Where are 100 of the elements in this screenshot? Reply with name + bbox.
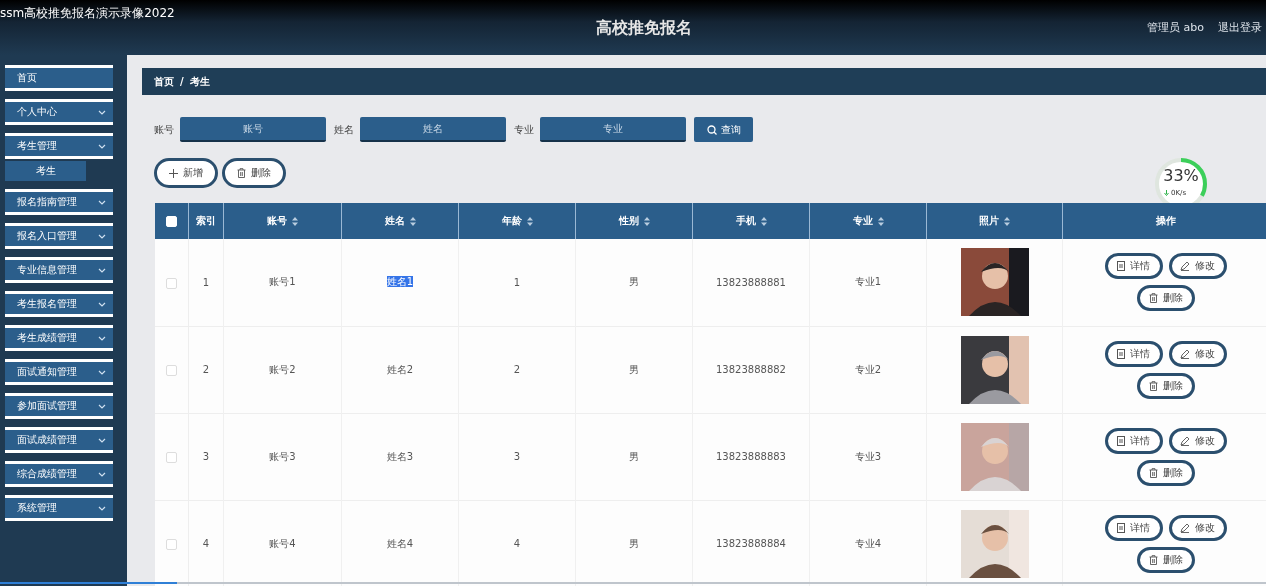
row-checkbox[interactable] bbox=[166, 365, 177, 376]
edit-button[interactable]: 修改 bbox=[1168, 340, 1227, 367]
search-button[interactable]: 查询 bbox=[694, 117, 753, 142]
table-cell: 专业4 bbox=[854, 537, 882, 549]
column-header[interactable]: 手机 bbox=[692, 203, 810, 239]
menu-item[interactable]: 报名指南管理 bbox=[5, 189, 113, 215]
sort-icon bbox=[292, 216, 298, 226]
document-icon bbox=[1117, 261, 1125, 272]
chevron-down-icon bbox=[98, 143, 106, 149]
down-arrow-icon bbox=[1164, 190, 1169, 196]
column-header[interactable]: 年龄 bbox=[458, 203, 576, 239]
table-cell: 男 bbox=[629, 363, 639, 375]
pencil-icon bbox=[1180, 261, 1190, 272]
submenu-item[interactable]: 考生 bbox=[5, 161, 86, 181]
table-cell: 3 bbox=[513, 451, 521, 462]
breadcrumb-item[interactable]: 首页 bbox=[154, 74, 174, 89]
chevron-down-icon bbox=[98, 233, 106, 239]
table-cell: 姓名1 bbox=[386, 276, 414, 288]
delete-button[interactable]: 删除 bbox=[1136, 546, 1195, 573]
menu-item[interactable]: 考生成绩管理 bbox=[5, 325, 113, 351]
table-cell: 姓名3 bbox=[386, 450, 414, 462]
input-field[interactable]: 姓名 bbox=[360, 117, 506, 142]
menu-item[interactable]: 综合成绩管理 bbox=[5, 461, 113, 487]
menu-item[interactable]: 个人中心 bbox=[5, 99, 113, 125]
breadcrumb-item: 考生 bbox=[189, 74, 210, 89]
chevron-down-icon bbox=[98, 199, 106, 205]
table-cell: 账号1 bbox=[269, 276, 296, 288]
details-button[interactable]: 详情 bbox=[1104, 427, 1163, 454]
table-cell: 13823888881 bbox=[716, 276, 786, 288]
column-header[interactable]: 账号 bbox=[223, 203, 342, 239]
menu-item[interactable]: 系统管理 bbox=[5, 495, 113, 521]
input-field[interactable]: 专业 bbox=[540, 117, 686, 142]
row-checkbox[interactable] bbox=[166, 539, 177, 550]
chevron-down-icon bbox=[98, 471, 106, 477]
column-header[interactable]: 性别 bbox=[575, 203, 693, 239]
field-label: 专业 bbox=[514, 122, 534, 137]
input-field[interactable]: 账号 bbox=[180, 117, 326, 142]
chevron-down-icon bbox=[98, 369, 106, 375]
table-cell: 1 bbox=[513, 276, 521, 288]
add-button[interactable]: 新增 bbox=[154, 158, 218, 188]
delete-button[interactable]: 删除 bbox=[1136, 459, 1195, 486]
table-cell: 4 bbox=[202, 538, 210, 549]
chevron-down-icon bbox=[98, 335, 106, 341]
window-title: ssm高校推免报名演示录像2022 bbox=[0, 5, 175, 22]
breadcrumb-separator: / bbox=[180, 76, 184, 87]
field-label: 账号 bbox=[154, 122, 174, 137]
menu-item[interactable]: 面试成绩管理 bbox=[5, 427, 113, 453]
chevron-down-icon bbox=[98, 109, 106, 115]
app-title: 高校推免报名 bbox=[596, 18, 692, 39]
sort-icon bbox=[409, 216, 416, 226]
percent-label: 33% bbox=[1162, 166, 1200, 185]
edit-button[interactable]: 修改 bbox=[1168, 514, 1227, 541]
trash-icon bbox=[1148, 380, 1158, 391]
sort-icon bbox=[643, 216, 650, 226]
table-cell: 13823888882 bbox=[716, 364, 786, 375]
row-checkbox[interactable] bbox=[166, 277, 177, 289]
menu-item[interactable]: 考生管理 bbox=[5, 133, 113, 159]
delete-button[interactable]: 删除 bbox=[1136, 285, 1195, 312]
trash-icon bbox=[1148, 467, 1158, 478]
column-header: 索引 bbox=[188, 203, 224, 239]
document-icon bbox=[1117, 348, 1125, 359]
table-cell: 13823888884 bbox=[716, 538, 786, 549]
column-header[interactable]: 专业 bbox=[809, 203, 927, 239]
menu-item[interactable]: 报名入口管理 bbox=[5, 223, 113, 249]
table-cell: 2 bbox=[513, 364, 521, 375]
menu-item[interactable]: 面试通知管理 bbox=[5, 359, 113, 385]
table-cell: 姓名2 bbox=[386, 363, 414, 375]
row-checkbox[interactable] bbox=[166, 452, 177, 463]
edit-button[interactable]: 修改 bbox=[1168, 253, 1227, 280]
sort-icon bbox=[1004, 216, 1010, 226]
menu-item[interactable]: 首页 bbox=[5, 65, 113, 91]
logout-link[interactable]: 退出登录 bbox=[1218, 20, 1262, 35]
document-icon bbox=[1117, 435, 1125, 446]
table-cell: 账号3 bbox=[269, 450, 296, 462]
table-cell: 专业1 bbox=[854, 276, 882, 288]
menu-item[interactable]: 参加面试管理 bbox=[5, 393, 113, 419]
details-button[interactable]: 详情 bbox=[1104, 340, 1163, 367]
trash-icon bbox=[1148, 293, 1158, 304]
table-cell: 专业2 bbox=[854, 363, 882, 375]
menu-item[interactable]: 专业信息管理 bbox=[5, 257, 113, 283]
delete-button[interactable]: 删除 bbox=[222, 158, 286, 188]
menu-item[interactable]: 考生报名管理 bbox=[5, 291, 113, 317]
select-all-checkbox[interactable] bbox=[166, 215, 177, 227]
field-label: 姓名 bbox=[334, 122, 354, 137]
sort-icon bbox=[877, 216, 884, 226]
table-cell: 男 bbox=[629, 276, 639, 288]
table-cell: 账号4 bbox=[269, 537, 296, 549]
user-label: 管理员 abo bbox=[1147, 20, 1204, 35]
delete-button[interactable]: 删除 bbox=[1136, 372, 1195, 399]
search-icon bbox=[706, 124, 717, 135]
column-header[interactable]: 照片 bbox=[926, 203, 1063, 239]
document-icon bbox=[1117, 522, 1125, 533]
edit-button[interactable]: 修改 bbox=[1168, 427, 1227, 454]
table-cell: 2 bbox=[202, 364, 210, 375]
table-cell: 13823888883 bbox=[716, 451, 786, 462]
table-cell: 1 bbox=[202, 276, 210, 288]
sort-icon bbox=[760, 216, 767, 226]
details-button[interactable]: 详情 bbox=[1104, 514, 1163, 541]
column-header[interactable]: 姓名 bbox=[341, 203, 459, 239]
details-button[interactable]: 详情 bbox=[1104, 253, 1163, 280]
